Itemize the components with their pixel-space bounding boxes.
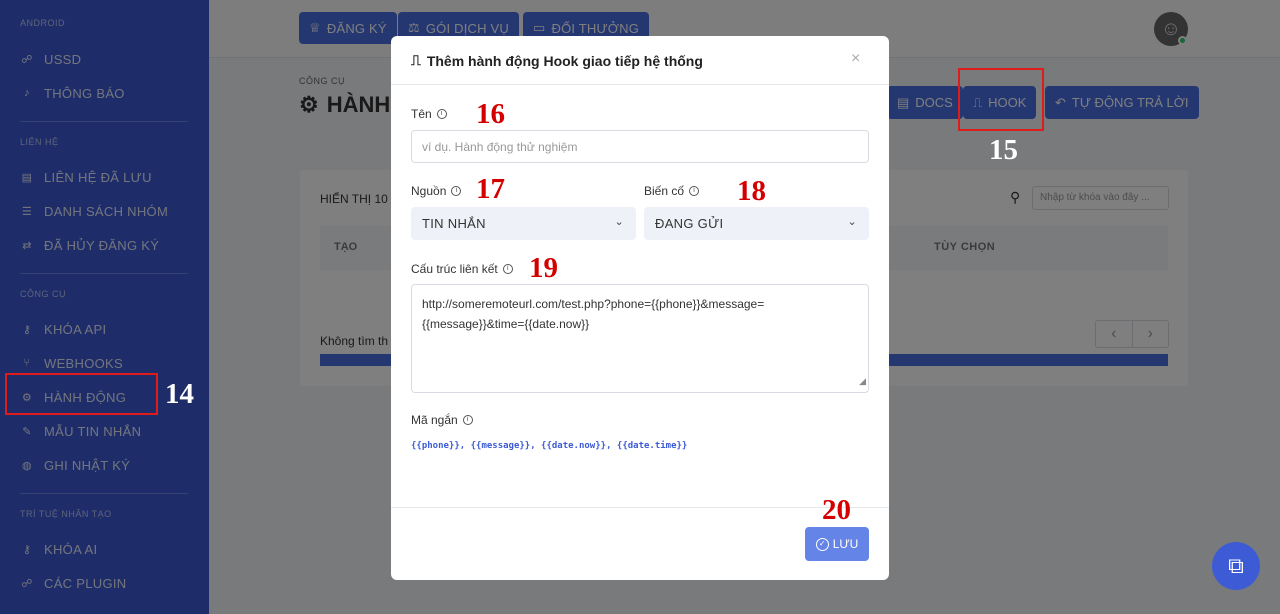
name-label-text: Tên (411, 107, 432, 121)
add-hook-modal: ⎍ Thêm hành động Hook giao tiếp hệ thống … (391, 36, 889, 580)
chevron-down-icon: ⌄ (847, 216, 857, 228)
link-line-1: http://someremoteurl.com/test.php?phone=… (422, 297, 765, 311)
pulse-icon: ⎍ (411, 52, 421, 68)
event-label-text: Biến cố (644, 184, 685, 198)
source-label-text: Nguồn (411, 184, 447, 198)
modal-header: ⎍ Thêm hành động Hook giao tiếp hệ thống … (391, 36, 889, 85)
chevron-down-icon: ⌄ (614, 216, 624, 228)
link-structure-label: Cấu trúc liên kết i (411, 262, 513, 276)
info-icon: i (689, 186, 700, 196)
resize-handle-icon[interactable]: ◢ (859, 371, 866, 391)
annotation-17: 17 (476, 173, 505, 205)
modal-title-text: Thêm hành động Hook giao tiếp hệ thống (426, 52, 703, 69)
annotation-19: 19 (529, 252, 558, 284)
annotation-16: 16 (476, 98, 505, 130)
annotation-14: 14 (165, 378, 194, 410)
name-label: Tên i (411, 107, 447, 121)
annotation-15: 15 (989, 134, 1018, 166)
source-label: Nguồn i (411, 184, 462, 198)
event-value: ĐANG GỬI (655, 216, 724, 231)
highlight-hook (958, 68, 1044, 131)
source-value: TIN NHẮN (422, 216, 486, 231)
link-line-2: {{message}}&time={{date.now}} (422, 317, 590, 331)
event-label: Biến cố i (644, 184, 700, 198)
shortcode-label: Mã ngắn i (411, 413, 473, 427)
translate-icon[interactable]: ⧉ (1212, 542, 1260, 590)
save-button[interactable]: ✓ LƯU (805, 527, 869, 561)
info-icon: i (462, 415, 473, 425)
link-label-text: Cấu trúc liên kết (411, 262, 498, 276)
modal-footer-divider (391, 507, 889, 508)
save-label: LƯU (832, 537, 859, 551)
check-circle-icon: ✓ (815, 537, 829, 551)
info-icon: i (451, 186, 462, 196)
annotation-20: 20 (822, 494, 851, 526)
info-icon: i (502, 264, 513, 274)
shortcode-label-text: Mã ngắn (411, 413, 458, 427)
link-structure-textarea[interactable]: http://someremoteurl.com/test.php?phone=… (411, 284, 869, 393)
shortcodes-list: {{phone}}, {{message}}, {{date.now}}, {{… (411, 441, 688, 451)
highlight-actions (5, 373, 158, 415)
annotation-18: 18 (737, 175, 766, 207)
close-icon[interactable]: × (851, 50, 860, 68)
source-select[interactable]: TIN NHẮN ⌄ (411, 207, 636, 240)
modal-title: ⎍ Thêm hành động Hook giao tiếp hệ thống (411, 52, 703, 69)
info-icon: i (436, 109, 447, 119)
event-select[interactable]: ĐANG GỬI ⌄ (644, 207, 869, 240)
name-input[interactable]: ví dụ. Hành động thử nghiệm (411, 130, 869, 163)
